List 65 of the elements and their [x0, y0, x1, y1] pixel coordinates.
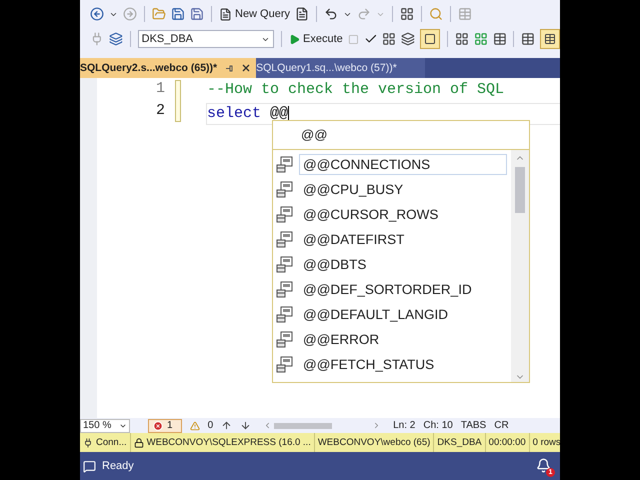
completion-item[interactable]: @@CONNECTIONS	[299, 154, 507, 175]
status-text: Ready	[102, 460, 134, 472]
database-name: DKS_DBA	[437, 437, 482, 448]
grid-icon	[276, 356, 293, 373]
table-icon	[544, 33, 556, 45]
notification-icon[interactable]	[536, 458, 551, 473]
grid-icon	[276, 156, 293, 173]
up-arrow-icon[interactable]	[221, 420, 232, 431]
completion-item[interactable]: @@CPU_BUSY	[299, 179, 507, 200]
zoom-select[interactable]: 150 %	[80, 418, 130, 432]
execute-button[interactable]: Execute	[289, 33, 343, 45]
document-tab[interactable]: SQLQuery2.s...webco (65))*	[80, 58, 256, 78]
grid-icon[interactable]	[400, 7, 414, 21]
grid-icon	[276, 231, 293, 248]
lock-icon	[134, 438, 144, 448]
completion-item[interactable]: @@CURSOR_ROWS	[299, 204, 507, 225]
document-icon	[219, 8, 232, 20]
grid-icon	[276, 181, 293, 198]
message-icon	[83, 460, 96, 472]
line-ending-indicator: CR	[494, 420, 509, 431]
down-arrow-icon[interactable]	[240, 420, 252, 431]
server-name: WEBCONVOY\SQLEXPRESS (16.0 ...	[146, 437, 311, 448]
grid-icon	[276, 331, 293, 348]
line-number: 2	[154, 101, 166, 121]
completion-item[interactable]: @@DATEFIRST	[299, 229, 507, 250]
completion-item[interactable]: @@DEF_SORTORDER_ID	[299, 279, 507, 300]
warning-count: 0	[208, 420, 214, 431]
grid-icon	[276, 206, 293, 223]
line-indicator: Ln: 2	[393, 420, 416, 431]
close-icon[interactable]	[242, 64, 250, 72]
document-tab[interactable]: SQLQuery1.sq...\webco (57))*	[256, 58, 425, 78]
document-icon[interactable]	[295, 7, 310, 21]
scrollbar[interactable]	[511, 150, 529, 382]
row-count: 0 rows	[532, 437, 561, 448]
plug-icon	[83, 438, 93, 448]
completion-item[interactable]: @@DBTS	[299, 254, 507, 275]
database-select[interactable]: DKS_DBA	[138, 30, 274, 48]
scroll-thumb[interactable]	[274, 422, 332, 428]
user-name: WEBCONVOY\webco (65)	[318, 437, 430, 448]
line-number: 1	[154, 79, 166, 99]
back-icon[interactable]	[90, 7, 104, 21]
square-icon	[424, 33, 436, 45]
grid-icon	[276, 281, 293, 298]
new-query-button[interactable]: New Query	[219, 8, 290, 20]
results-toggle-button[interactable]	[420, 29, 440, 49]
completion-item[interactable]: @@FETCH_STATUS	[299, 354, 507, 375]
elapsed-time: 00:00:00	[488, 437, 526, 448]
save-icon[interactable]	[171, 7, 185, 21]
completion-item[interactable]: @@ERROR	[299, 329, 507, 350]
warning-icon	[190, 420, 200, 430]
completion-item[interactable]: @@DEFAULT_LANGID	[299, 304, 507, 325]
scroll-thumb[interactable]	[515, 167, 525, 213]
play-icon	[289, 34, 300, 44]
pin-icon[interactable]	[225, 64, 234, 72]
column-indicator: Ch: 10	[423, 420, 453, 431]
connection-status: Conn...	[96, 437, 127, 448]
grid-icon	[276, 306, 293, 323]
indent-indicator: TABS	[460, 420, 486, 431]
error-count[interactable]: 1	[148, 418, 182, 432]
code-line: --How to check the version of SQL	[206, 80, 506, 100]
undo-icon[interactable]	[324, 7, 338, 21]
completion-filter: @@	[273, 121, 529, 150]
grid-icon	[276, 256, 293, 273]
error-icon	[153, 420, 163, 430]
grid-toggle-button[interactable]	[540, 29, 560, 49]
